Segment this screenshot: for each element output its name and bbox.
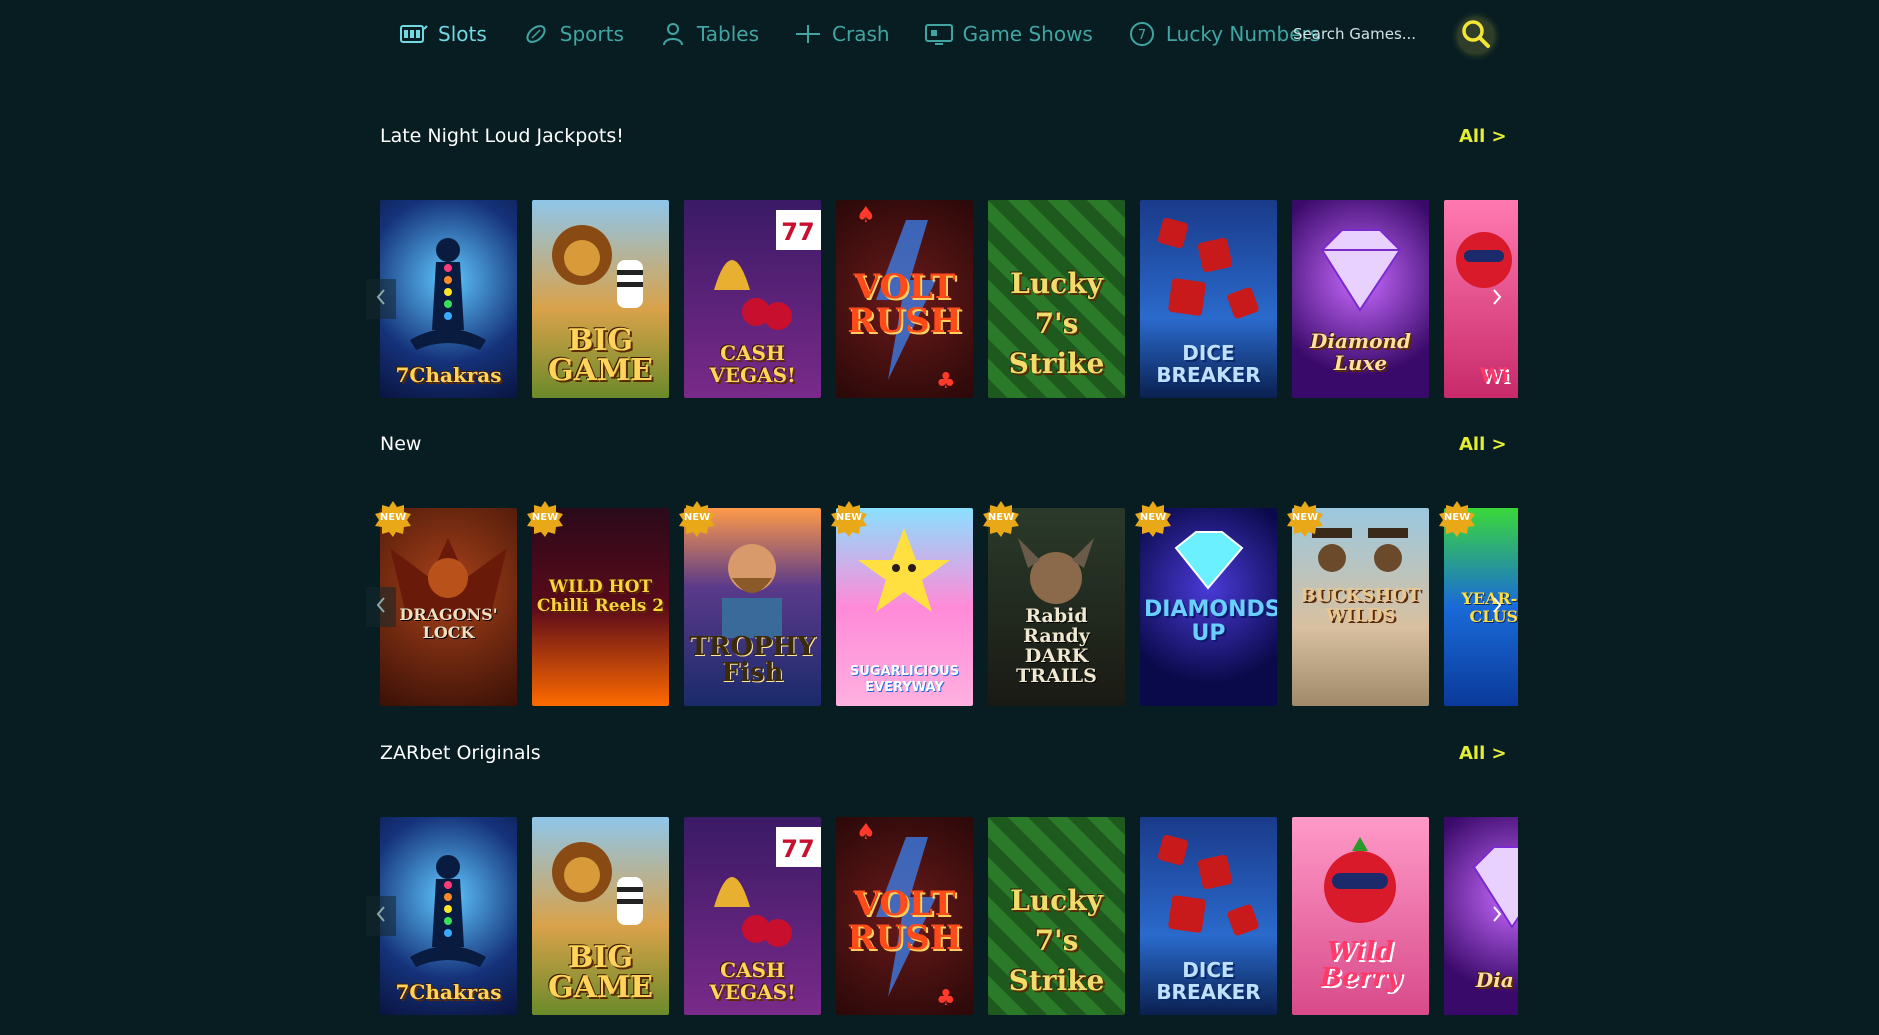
svg-text:♣: ♣ [936,986,956,1011]
nav-lucky-numbers[interactable]: 7 Lucky Numbers [1128,20,1320,48]
nav-label: Crash [832,22,890,46]
game-tile[interactable]: Diamond Luxe [1292,200,1429,398]
carousel-next-button[interactable] [1482,279,1512,319]
carousel-prev-button[interactable] [366,587,396,627]
game-tile[interactable]: BIG GAME [532,817,669,1015]
chevron-right-icon [1491,288,1503,310]
chevron-right-icon [1491,905,1503,927]
slot-machine-icon [400,20,428,48]
tv-icon [924,20,953,48]
chevron-right-icon [1491,596,1503,618]
section-title: New [380,433,422,455]
game-title: BIG GAME [548,940,653,1005]
game-title: VOLT RUSH [847,267,962,341]
search-input[interactable] [1293,16,1443,52]
game-title: SUGARLICIOUS EVERYWAY [849,664,960,695]
new-badge: NEW [678,500,716,538]
carousel-next-button[interactable] [1482,896,1512,936]
svg-text:♠: ♠ [856,203,876,228]
svg-text:♠: ♠ [856,820,876,845]
lucky-numbers-icon: 7 [1128,20,1156,48]
new-badge: NEW [1286,500,1324,538]
nav-slots[interactable]: Slots [400,20,487,48]
game-title: Lucky 7's Strike [1008,267,1105,380]
game-title: 7Chakras [395,980,502,1004]
game-tile[interactable]: 7Chakras [380,200,517,398]
svg-text:♣: ♣ [936,369,956,394]
new-badge: NEW [374,500,412,538]
see-all-link[interactable]: All > [1459,126,1507,147]
game-tile[interactable]: ♠ ♣ VOLT RUSH [836,817,973,1015]
game-title: CASH VEGAS! [709,341,796,387]
nav-label: Game Shows [962,22,1093,46]
game-title: TROPHY Fish [689,632,816,688]
carousel-next-button[interactable] [1482,587,1512,627]
carousel-prev-button[interactable] [366,279,396,319]
new-badge: NEW [1134,500,1172,538]
nav-label: Tables [696,22,760,46]
game-tile[interactable]: 77 CASH VEGAS! [684,200,821,398]
search-button[interactable] [1458,18,1494,54]
game-tile[interactable]: Wild Berry [1292,817,1429,1015]
game-title: Lucky 7's Strike [1008,884,1105,997]
nav-label: Sports [559,22,624,46]
nav-label: Slots [438,22,487,46]
game-title: DICE BREAKER [1156,958,1261,1004]
game-tile[interactable]: Lucky 7's Strike [988,817,1125,1015]
game-title: Rabid Randy DARK TRAILS [1016,605,1097,687]
game-tile[interactable]: DICE BREAKER [1140,817,1277,1015]
game-row-originals: 7Chakras BIG GAME 77 CASH VEGAS! ♠ ♣ VOLT… [380,817,1518,1015]
game-tile[interactable]: BIG GAME [532,200,669,398]
game-tile[interactable]: DICE BREAKER [1140,200,1277,398]
section-title: Late Night Loud Jackpots! [380,125,624,147]
football-icon [522,20,550,48]
nav-tables[interactable]: Tables [659,20,759,48]
game-title: Dia Lu [1475,968,1518,992]
game-title: Wi Be [1479,363,1518,387]
see-all-link[interactable]: All > [1459,743,1507,764]
search-icon [1461,19,1491,53]
game-title: DICE BREAKER [1156,341,1261,387]
new-badge: NEW [1438,500,1476,538]
game-title: BUCKSHOT WILDS [1300,585,1421,626]
game-tile[interactable]: 77 CASH VEGAS! [684,817,821,1015]
nav-crash[interactable]: Crash [794,20,890,48]
game-title: DRAGONS' LOCK [399,605,498,642]
nav-sports[interactable]: Sports [522,20,624,48]
game-title: VOLT RUSH [847,884,962,958]
airplane-icon [794,20,822,48]
chevron-left-icon [375,905,387,927]
game-tile[interactable]: Lucky 7's Strike [988,200,1125,398]
nav-game-shows[interactable]: Game Shows [924,20,1093,48]
new-badge: NEW [830,500,868,538]
svg-text:7: 7 [1138,28,1146,43]
svg-text:77: 77 [781,218,814,246]
game-title: 7Chakras [395,363,502,387]
game-title: DIAMONDS UP [1144,597,1277,646]
game-title: Diamond Luxe [1310,329,1411,375]
game-title: Wild Berry [1319,937,1402,993]
game-tile[interactable]: ♠ ♣ VOLT RUSH [836,200,973,398]
see-all-link[interactable]: All > [1459,434,1507,455]
new-badge: NEW [526,500,564,538]
carousel-prev-button[interactable] [366,896,396,936]
game-row-jackpots: 7Chakras BIG GAME 77 CASH VEGAS! ♠ ♣ VOLT… [380,200,1518,398]
chevron-left-icon [375,596,387,618]
svg-text:77: 77 [781,835,814,863]
new-badge: NEW [982,500,1020,538]
game-title: WILD HOT Chilli Reels 2 [536,577,665,616]
dealer-icon [659,20,687,48]
section-title: ZARbet Originals [380,742,541,764]
top-nav: Slots Sports Tables Crash Game Shows 7 L… [400,14,1355,54]
game-title: CASH VEGAS! [709,958,796,1004]
game-title: BIG GAME [548,323,653,388]
chevron-left-icon [375,288,387,310]
game-tile[interactable]: 7Chakras [380,817,517,1015]
